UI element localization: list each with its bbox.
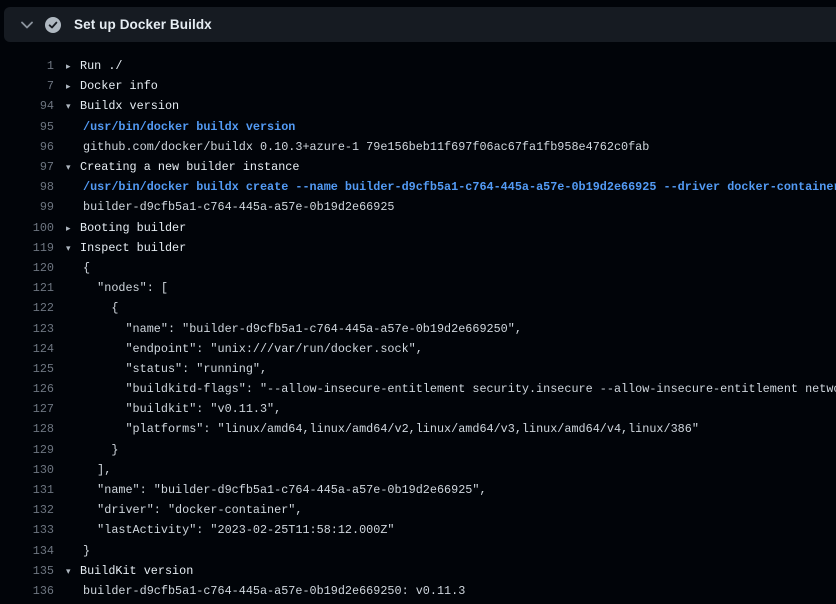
log-row-output: 129 } [0,440,836,460]
line-number[interactable]: 131 [0,483,54,497]
log-output-text: "driver": "docker-container", [66,503,302,517]
log-row-output: 120 { [0,258,836,278]
step-title: Set up Docker Buildx [74,17,212,32]
line-number[interactable]: 135 [0,564,54,578]
line-number[interactable]: 123 [0,322,54,336]
log-group-title: Inspect builder [80,241,186,255]
triangle-right-icon: ▸ [66,62,80,72]
line-number[interactable]: 132 [0,503,54,517]
log-output-text: "buildkit": "v0.11.3", [66,402,281,416]
log-row-output: 130 ], [0,460,836,480]
log-row-output: 126 "buildkitd-flags": "--allow-insecure… [0,379,836,399]
log-row-output: 133 "lastActivity": "2023-02-25T11:58:12… [0,520,836,540]
triangle-down-icon: ▾ [66,567,80,577]
log-output-text: "nodes": [ [66,281,168,295]
step-header[interactable]: Set up Docker Buildx [4,7,836,42]
line-number[interactable]: 126 [0,382,54,396]
log-row-output: 132 "driver": "docker-container", [0,500,836,520]
line-number[interactable]: 129 [0,443,54,457]
log-row-output: 131 "name": "builder-d9cfb5a1-c764-445a-… [0,480,836,500]
line-number[interactable]: 125 [0,362,54,376]
chevron-down-icon[interactable] [21,21,33,29]
line-number[interactable]: 98 [0,180,54,194]
log-row-output: 134 } [0,541,836,561]
log-output-text: "endpoint": "unix:///var/run/docker.sock… [66,342,423,356]
check-circle-icon [45,17,61,33]
log-group-title: Docker info [80,79,158,93]
log-row-command: 98 /usr/bin/docker buildx create --name … [0,177,836,197]
line-number[interactable]: 97 [0,160,54,174]
log-row-output: 122 { [0,298,836,318]
log-command-text: /usr/bin/docker buildx version [66,120,295,134]
line-number[interactable]: 130 [0,463,54,477]
log-row-output: 125 "status": "running", [0,359,836,379]
log-group-expanded[interactable]: 119 ▾Inspect builder [0,238,836,258]
line-number[interactable]: 7 [0,79,54,93]
log-lines: 1 ▸Run ./ 7 ▸Docker info 94 ▾Buildx vers… [0,56,836,604]
log-group-collapsed[interactable]: 7 ▸Docker info [0,76,836,96]
line-number[interactable]: 99 [0,200,54,214]
log-group-expanded[interactable]: 94 ▾Buildx version [0,96,836,116]
log-group-title: Buildx version [80,99,179,113]
log-output-text: { [66,261,90,275]
line-number[interactable]: 119 [0,241,54,255]
line-number[interactable]: 127 [0,402,54,416]
log-group-expanded[interactable]: 97 ▾Creating a new builder instance [0,157,836,177]
log-group-collapsed[interactable]: 1 ▸Run ./ [0,56,836,76]
line-number[interactable]: 128 [0,422,54,436]
triangle-right-icon: ▸ [66,224,80,234]
log-row-output: 127 "buildkit": "v0.11.3", [0,399,836,419]
log-output-text: ], [66,463,111,477]
log-output-text: "status": "running", [66,362,267,376]
log-row-output: 121 "nodes": [ [0,278,836,298]
line-number[interactable]: 121 [0,281,54,295]
log-group-expanded[interactable]: 135 ▾BuildKit version [0,561,836,581]
log-group-collapsed[interactable]: 100 ▸Booting builder [0,218,836,238]
log-output-text: } [66,544,90,558]
log-output-text: "name": "builder-d9cfb5a1-c764-445a-a57e… [66,322,522,336]
line-number[interactable]: 94 [0,99,54,113]
log-group-title: Creating a new builder instance [80,160,299,174]
line-number[interactable]: 96 [0,140,54,154]
log-output-text: github.com/docker/buildx 0.10.3+azure-1 … [66,140,649,154]
line-number[interactable]: 133 [0,523,54,537]
log-row-command: 95 /usr/bin/docker buildx version [0,117,836,137]
log-output-text: builder-d9cfb5a1-c764-445a-a57e-0b19d2e6… [66,200,395,214]
log-row-output: 136 builder-d9cfb5a1-c764-445a-a57e-0b19… [0,581,836,601]
log-row-output: 123 "name": "builder-d9cfb5a1-c764-445a-… [0,318,836,338]
line-number[interactable]: 120 [0,261,54,275]
log-row-output: 99 builder-d9cfb5a1-c764-445a-a57e-0b19d… [0,197,836,217]
log-output-text: builder-d9cfb5a1-c764-445a-a57e-0b19d2e6… [66,584,465,598]
line-number[interactable]: 100 [0,221,54,235]
log-group-title: Booting builder [80,221,186,235]
log-group-title: Run ./ [80,59,122,73]
triangle-down-icon: ▾ [66,102,80,112]
log-output-text: "name": "builder-d9cfb5a1-c764-445a-a57e… [66,483,487,497]
log-row-output: 96 github.com/docker/buildx 0.10.3+azure… [0,137,836,157]
log-output-text: { [66,301,118,315]
line-number[interactable]: 134 [0,544,54,558]
line-number[interactable]: 95 [0,120,54,134]
line-number[interactable]: 1 [0,59,54,73]
triangle-down-icon: ▾ [66,163,80,173]
line-number[interactable]: 136 [0,584,54,598]
line-number[interactable]: 124 [0,342,54,356]
log-output-text: "buildkitd-flags": "--allow-insecure-ent… [66,382,836,396]
line-number[interactable]: 122 [0,301,54,315]
triangle-down-icon: ▾ [66,244,80,254]
log-command-text: /usr/bin/docker buildx create --name bui… [66,180,836,194]
log-output-text: "platforms": "linux/amd64,linux/amd64/v2… [66,422,699,436]
log-group-title: BuildKit version [80,564,193,578]
log-output-text: } [66,443,118,457]
log-row-output: 124 "endpoint": "unix:///var/run/docker.… [0,339,836,359]
triangle-right-icon: ▸ [66,82,80,92]
log-output-text: "lastActivity": "2023-02-25T11:58:12.000… [66,523,395,537]
log-row-output: 128 "platforms": "linux/amd64,linux/amd6… [0,419,836,439]
